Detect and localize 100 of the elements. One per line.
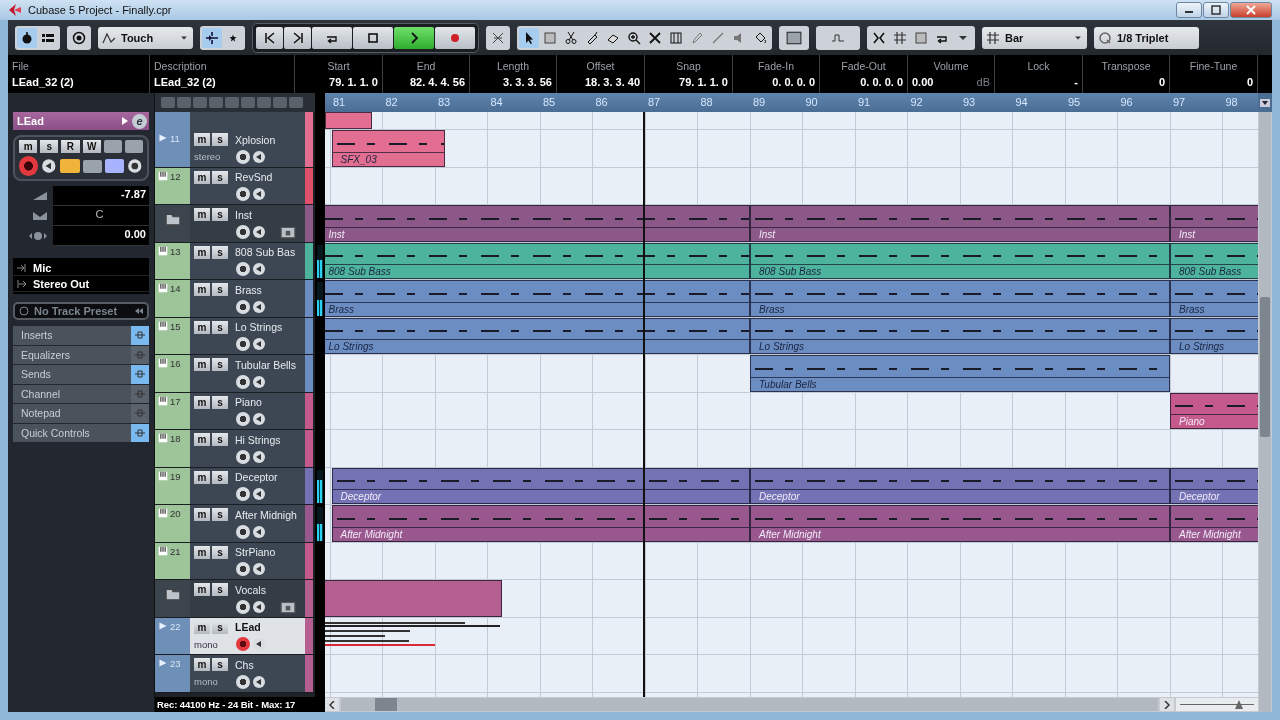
midi-part[interactable]: Inst <box>325 205 750 242</box>
mute-button[interactable]: m <box>194 620 210 634</box>
partial-track-header[interactable] <box>155 112 315 130</box>
track-list-option-button[interactable] <box>193 97 207 108</box>
record-enable-button[interactable] <box>236 487 250 501</box>
record-enable-button[interactable] <box>236 449 250 464</box>
delay-value[interactable]: 0.00 <box>53 226 149 246</box>
field-value[interactable]: 18. 3. 3. 40 <box>584 76 640 88</box>
edit-button[interactable]: e <box>132 113 147 129</box>
mute-button[interactable]: m <box>194 133 210 146</box>
record-enable-button[interactable] <box>236 262 250 276</box>
snap-button[interactable] <box>202 27 222 48</box>
solo-button[interactable]: s <box>212 545 228 559</box>
horizontal-scrollbar[interactable] <box>341 698 1158 711</box>
mute-button[interactable]: m <box>194 433 210 446</box>
midi-part[interactable]: Inst <box>750 205 1170 242</box>
section-toggle-button[interactable] <box>131 404 149 423</box>
maximize-button[interactable] <box>1203 2 1229 18</box>
midi-part[interactable]: Deceptor <box>331 467 750 504</box>
track-name-bar[interactable]: LEad e <box>13 112 149 130</box>
section-toggle-button[interactable] <box>131 423 149 442</box>
field-value[interactable]: 82. 4. 4. 56 <box>409 76 465 88</box>
solo-button[interactable]: s <box>212 508 228 521</box>
field-value[interactable]: - <box>1074 76 1078 88</box>
mute-button[interactable]: m <box>194 283 210 296</box>
track-header[interactable]: m s Piano <box>190 392 305 429</box>
track-list-option-button[interactable] <box>241 97 255 108</box>
midi-part[interactable]: After Midnight <box>331 505 750 542</box>
play-button[interactable] <box>394 26 434 49</box>
midi-part[interactable]: 808 Sub Bass <box>1170 242 1258 279</box>
record-enable-button[interactable] <box>236 374 250 389</box>
solo-button[interactable]: s <box>212 433 228 446</box>
field-value[interactable]: LEad_32 (2) <box>154 76 216 88</box>
minimize-button[interactable] <box>1176 2 1202 18</box>
mute-button[interactable]: m <box>194 395 210 409</box>
inspector-section[interactable]: Sends <box>13 365 149 384</box>
solo-button[interactable]: s <box>212 170 228 184</box>
field-value[interactable]: LEad_32 (2) <box>12 76 74 88</box>
record-enable-button[interactable] <box>236 224 250 239</box>
record-enable-button[interactable] <box>236 412 250 426</box>
track-list-option-button[interactable] <box>289 97 303 108</box>
inspector-section[interactable]: Equalizers <box>13 345 149 364</box>
zoom-slider-thumb[interactable] <box>1235 700 1244 709</box>
event-part[interactable] <box>325 112 372 129</box>
midi-part[interactable]: 808 Sub Bass <box>750 242 1170 279</box>
pan-value[interactable]: C <box>53 206 149 226</box>
inspector-section[interactable]: Channel <box>13 384 149 403</box>
solo-button[interactable]: s <box>212 208 228 221</box>
mute-button[interactable]: m <box>194 583 210 596</box>
output-routing[interactable]: Stereo Out <box>33 277 90 290</box>
track-list-option-button[interactable] <box>257 97 271 108</box>
midi-part[interactable]: After Midnight <box>750 505 1170 542</box>
mute-button[interactable]: m <box>194 658 210 671</box>
stop-button[interactable] <box>353 26 393 49</box>
midi-part[interactable]: Tubular Bells <box>750 355 1170 392</box>
section-toggle-button[interactable] <box>131 384 149 403</box>
scroll-right-button[interactable] <box>1160 698 1174 711</box>
track-toggle-button[interactable]: W <box>82 140 101 153</box>
power-button[interactable] <box>17 27 37 48</box>
pointer-tool-button[interactable] <box>519 27 539 48</box>
solo-button[interactable]: s <box>212 133 228 146</box>
record-enable-button[interactable] <box>236 674 250 689</box>
record-enable-button[interactable] <box>236 149 250 164</box>
mute-button[interactable]: m <box>194 508 210 521</box>
to-end-button[interactable] <box>284 26 311 49</box>
midi-part[interactable]: Brass <box>750 280 1170 317</box>
track-header[interactable]: m s Hi Strings <box>190 430 305 467</box>
track-header[interactable]: m s Brass <box>190 280 305 317</box>
automation-mode-dropdown[interactable]: Touch <box>98 26 193 49</box>
record-enable-button[interactable] <box>236 599 250 614</box>
midi-part[interactable]: Lo Strings <box>325 317 750 354</box>
midi-part[interactable]: Piano <box>1170 392 1258 429</box>
track-list-option-button[interactable] <box>161 97 175 108</box>
lanes-button[interactable] <box>105 159 125 173</box>
solo-button[interactable]: s <box>212 283 228 296</box>
midi-part[interactable]: Lo Strings <box>750 317 1170 354</box>
volume-value[interactable]: -7.87 <box>53 186 149 206</box>
folder-part[interactable] <box>325 580 502 617</box>
scroll-left-button[interactable] <box>325 698 339 711</box>
lane-button[interactable] <box>103 140 122 153</box>
mute-button[interactable]: m <box>194 208 210 221</box>
field-value[interactable]: 0 <box>1158 76 1165 88</box>
field-value[interactable]: 0 <box>1246 76 1253 88</box>
track-header[interactable]: m s StrPiano <box>190 542 305 579</box>
grid-type-dropdown[interactable]: Bar <box>982 26 1087 49</box>
midi-part[interactable]: Deceptor <box>750 467 1170 504</box>
track-header[interactable]: m s After Midnigh <box>190 505 305 542</box>
midi-part[interactable]: Brass <box>325 280 750 317</box>
track-list-option-button[interactable] <box>225 97 239 108</box>
freeze-button[interactable] <box>124 140 144 153</box>
section-toggle-button[interactable] <box>131 345 149 364</box>
field-value[interactable]: 3. 3. 3. 56 <box>503 76 552 88</box>
mute-button[interactable]: m <box>194 358 210 371</box>
track-list-option-button[interactable] <box>177 97 191 108</box>
record-enable-button[interactable] <box>236 562 250 576</box>
track-header[interactable]: m s Tubular Bells <box>190 355 305 392</box>
input-routing[interactable]: Mic <box>33 261 52 274</box>
midi-part[interactable]: Brass <box>1170 280 1258 317</box>
mute-button[interactable]: m <box>194 320 210 334</box>
midi-part[interactable]: Deceptor <box>1170 467 1258 504</box>
